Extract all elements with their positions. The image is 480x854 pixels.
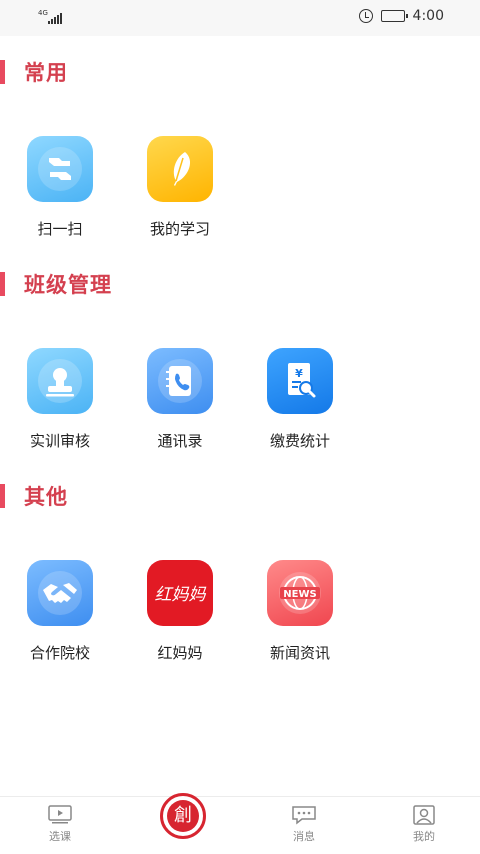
section-accent-bar [0, 60, 5, 84]
video-course-icon [48, 805, 72, 824]
tile-label: 通讯录 [157, 432, 203, 450]
tile-contacts[interactable]: 通讯录 [132, 348, 228, 451]
tile-label: 扫一扫 [37, 220, 83, 238]
scan-icon [27, 136, 93, 202]
hongmama-brand-icon: 红妈妈 [147, 560, 213, 626]
network-type: 4G [38, 9, 48, 17]
alarm-icon [358, 9, 373, 23]
status-time: 4:00 [412, 8, 444, 24]
tile-news[interactable]: NEWS 新闻资讯 [252, 560, 348, 663]
section-accent-bar [0, 272, 5, 296]
tile-scan[interactable]: 扫一扫 [12, 136, 108, 239]
nav-label: 消息 [293, 830, 315, 843]
signal-icon [48, 12, 62, 24]
section-title-common: 常用 [0, 58, 68, 86]
battery-icon [380, 10, 408, 22]
tile-label: 合作院校 [29, 644, 90, 662]
section-title-text: 班级管理 [24, 273, 112, 297]
tile-partner-schools[interactable]: 合作院校 [12, 560, 108, 663]
payment-search-icon: ¥ [267, 348, 333, 414]
brand-text: 红妈妈 [155, 585, 207, 605]
handshake-icon [27, 560, 93, 626]
nav-label: 选课 [49, 830, 71, 843]
stamp-icon [27, 348, 93, 414]
tile-my-study[interactable]: 我的学习 [132, 136, 228, 239]
contacts-book-icon [147, 348, 213, 414]
tile-label: 缴费统计 [269, 432, 330, 450]
tile-hongmama[interactable]: 红妈妈 红妈妈 [132, 560, 228, 663]
profile-icon [413, 805, 435, 825]
tile-training-review[interactable]: 实训审核 [12, 348, 108, 451]
tile-label: 实训审核 [29, 432, 90, 450]
svg-text:¥: ¥ [295, 367, 303, 380]
tile-label: 红妈妈 [157, 644, 203, 662]
tile-label: 我的学习 [149, 220, 210, 238]
feather-icon [147, 136, 213, 202]
news-icon-text: NEWS [283, 589, 316, 600]
nav-item-profile[interactable]: 我的 [394, 805, 454, 844]
nav-item-courses[interactable]: 选课 [30, 805, 90, 844]
school-logo-icon[interactable]: 創 [160, 793, 206, 839]
tile-label: 新闻资讯 [269, 644, 330, 662]
status-bar: 4G 4:00 [0, 0, 480, 36]
section-title-class-management: 班级管理 [0, 270, 112, 298]
section-title-other: 其他 [0, 482, 68, 510]
news-globe-icon: NEWS [267, 560, 333, 626]
section-title-text: 其他 [24, 485, 68, 509]
nav-label: 我的 [413, 830, 435, 843]
section-accent-bar [0, 484, 5, 508]
nav-item-messages[interactable]: 消息 [274, 805, 334, 844]
tile-payment-stats[interactable]: ¥ 缴费统计 [252, 348, 348, 451]
message-icon [292, 806, 316, 825]
section-title-text: 常用 [24, 61, 68, 85]
bottom-nav: 选课 創 消息 我的 [0, 793, 480, 854]
